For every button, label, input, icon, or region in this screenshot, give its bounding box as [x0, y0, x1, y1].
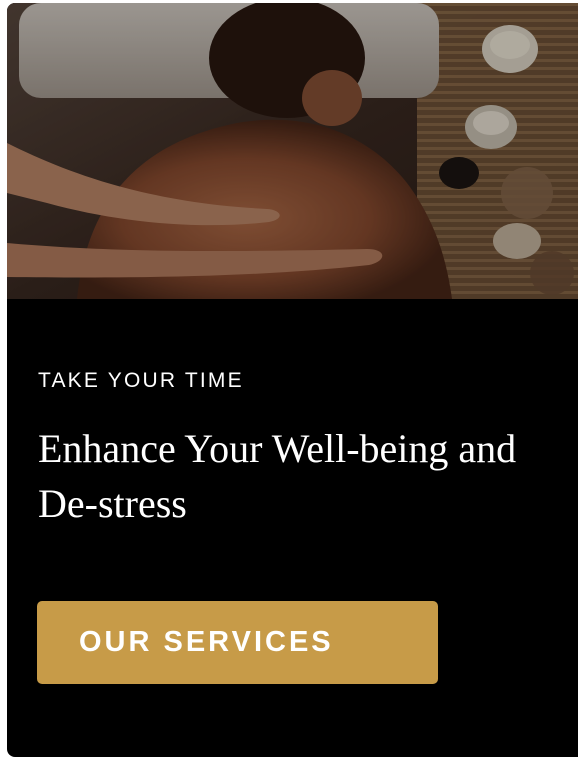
- spa-massage-photo: [7, 3, 578, 299]
- promo-card: TAKE YOUR TIME Enhance Your Well-being a…: [7, 3, 578, 757]
- eyebrow-text: TAKE YOUR TIME: [38, 369, 244, 392]
- our-services-button[interactable]: OUR SERVICES: [37, 601, 438, 684]
- promo-headline: Enhance Your Well-being and De-stress: [38, 426, 517, 526]
